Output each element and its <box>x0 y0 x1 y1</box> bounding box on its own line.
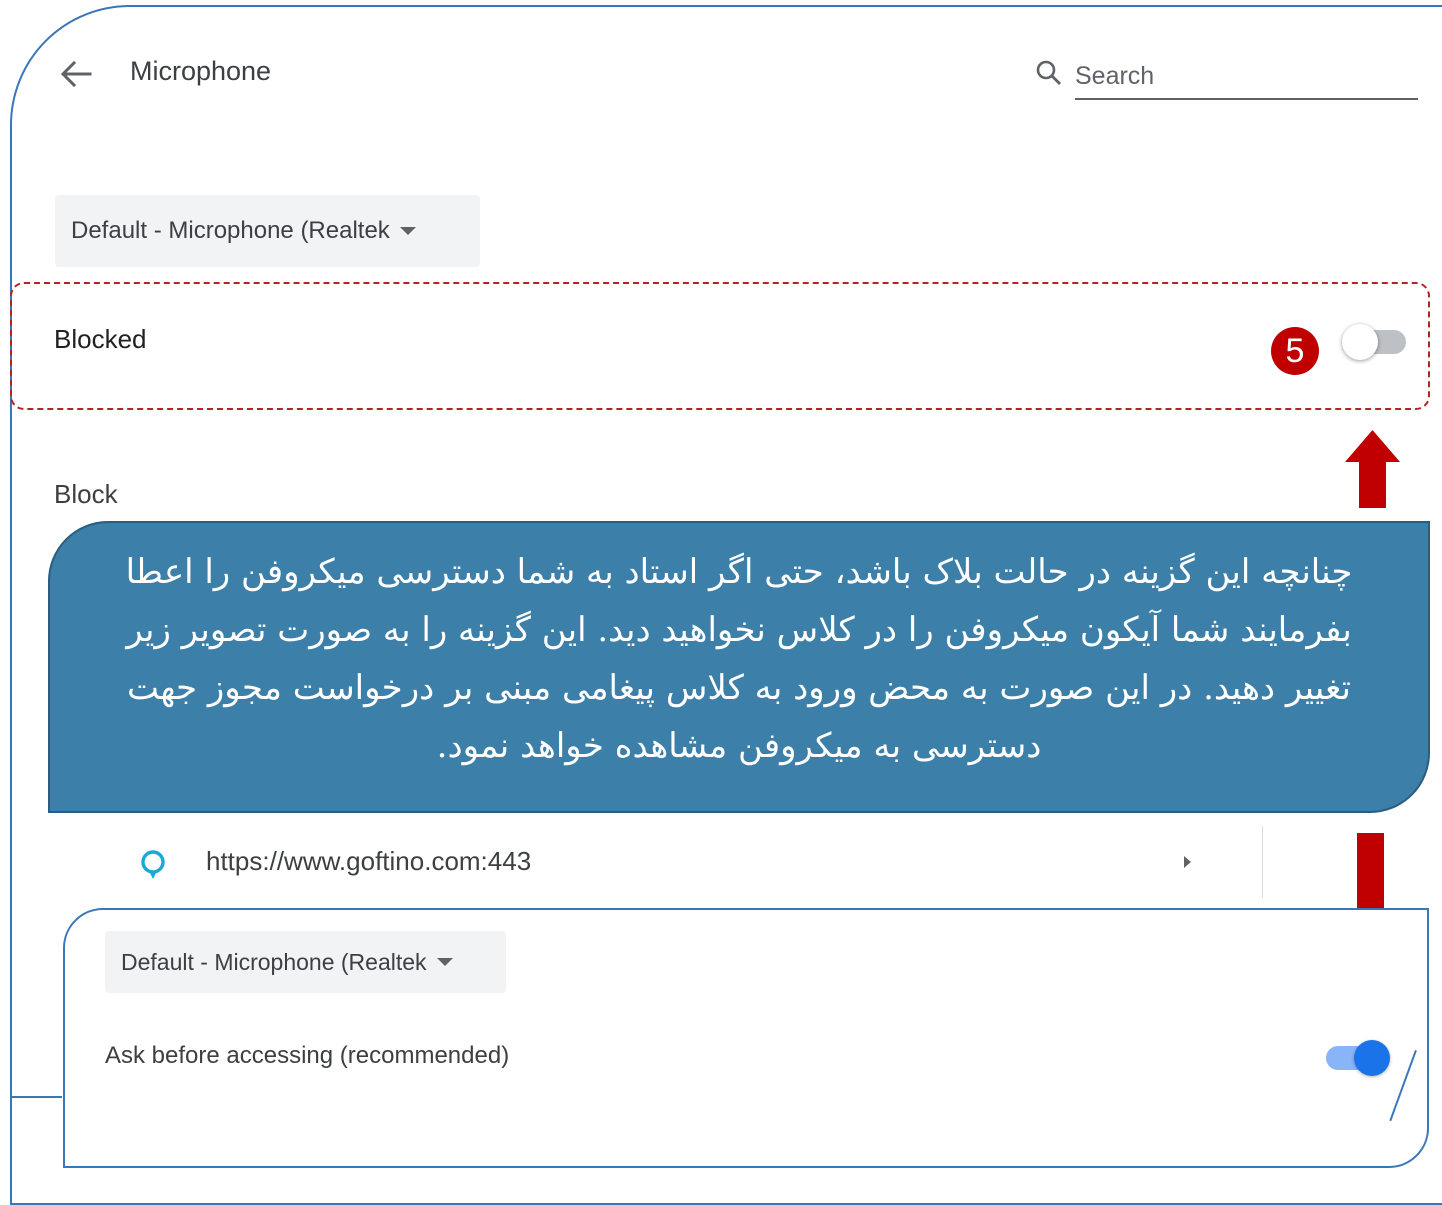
highlight-box <box>10 282 1430 410</box>
site-favicon-icon <box>138 848 168 882</box>
device-select-value-after: Default - Microphone (Realtek <box>121 948 427 975</box>
device-select-value: Default - Microphone (Realtek <box>71 217 390 244</box>
dropdown-caret-icon <box>399 227 416 235</box>
site-list-item[interactable]: https://www.goftino.com:443 <box>138 838 1263 892</box>
toggle-knob <box>1342 324 1378 360</box>
microphone-device-select[interactable]: Default - Microphone (Realtek <box>55 195 480 267</box>
expand-caret-icon[interactable] <box>1184 856 1191 868</box>
block-section-heading: Block <box>54 479 118 509</box>
step-number-badge: 5 <box>1271 327 1319 375</box>
search-input[interactable] <box>1075 54 1418 100</box>
search-box[interactable] <box>1035 54 1418 102</box>
divider <box>1262 826 1263 898</box>
instruction-callout: چنانچه این گزینه در حالت بلاک باشد، حتی … <box>48 521 1430 813</box>
toggle-knob <box>1354 1040 1390 1076</box>
site-url: https://www.goftino.com:443 <box>206 846 532 876</box>
red-arrow-up-icon <box>1345 430 1400 508</box>
dropdown-caret-icon <box>436 958 453 966</box>
blocked-label: Blocked <box>54 324 147 354</box>
frame-edge <box>10 1096 62 1098</box>
microphone-device-select-after[interactable]: Default - Microphone (Realtek <box>105 931 506 993</box>
page-title: Microphone <box>130 56 272 86</box>
search-icon <box>1035 58 1063 88</box>
ask-before-accessing-label: Ask before accessing (recommended) <box>105 1042 510 1069</box>
blocked-toggle[interactable] <box>1342 324 1410 360</box>
ask-before-accessing-toggle[interactable] <box>1326 1040 1390 1076</box>
back-arrow-icon[interactable] <box>58 54 94 94</box>
